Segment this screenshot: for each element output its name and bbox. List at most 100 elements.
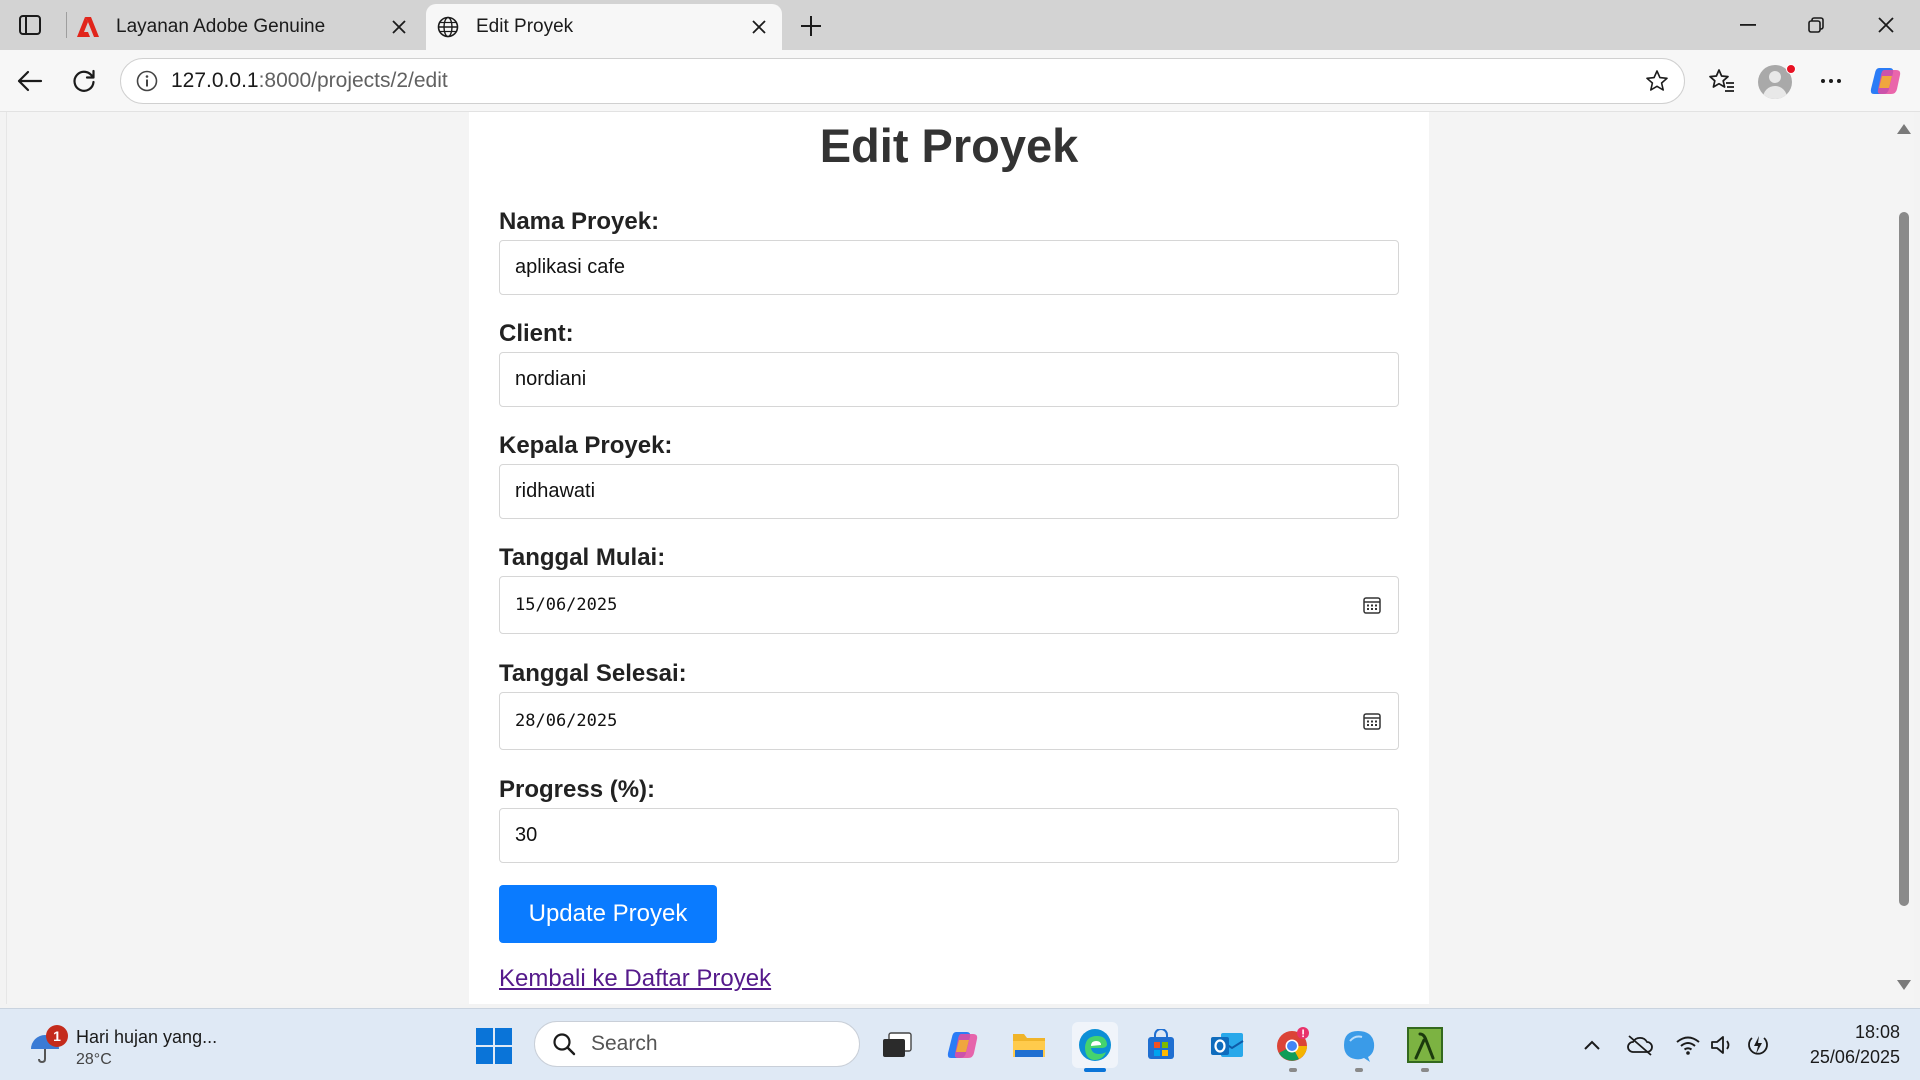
scroll-down-icon[interactable] bbox=[1897, 978, 1911, 992]
arrow-left-icon bbox=[17, 70, 43, 92]
nama-proyek-input[interactable]: aplikasi cafe bbox=[499, 240, 1399, 295]
battery-charging-icon bbox=[1748, 1036, 1768, 1055]
page-viewport: Edit Proyek Nama Proyek: aplikasi cafe C… bbox=[6, 112, 1894, 1004]
vertical-scrollbar[interactable] bbox=[1894, 112, 1914, 1004]
blue-bird-icon bbox=[1344, 1031, 1375, 1062]
taskbar-edge[interactable] bbox=[1072, 1022, 1118, 1068]
ellipsis-icon bbox=[1821, 79, 1841, 83]
close-window-button[interactable] bbox=[1866, 8, 1906, 42]
taskbar-file-explorer[interactable] bbox=[1006, 1022, 1052, 1068]
chrome-icon bbox=[1277, 1027, 1309, 1061]
battery-status[interactable] bbox=[1742, 1029, 1774, 1061]
taskbar-app-bird[interactable] bbox=[1336, 1022, 1382, 1068]
update-proyek-button[interactable]: Update Proyek bbox=[499, 885, 717, 943]
client-value: nordiani bbox=[515, 368, 587, 390]
browser-tab-bar: Layanan Adobe Genuine Edit Proyek bbox=[0, 0, 1920, 50]
windows-logo-tile bbox=[476, 1028, 493, 1045]
url-path: :8000/projects/2/edit bbox=[258, 69, 448, 92]
store-icon bbox=[1148, 1029, 1174, 1059]
favorite-star-icon[interactable] bbox=[1640, 64, 1674, 98]
edit-project-form: Nama Proyek: aplikasi cafe Client: nordi… bbox=[499, 204, 1399, 993]
minimize-button[interactable] bbox=[1728, 8, 1768, 42]
tanggal-selesai-input[interactable]: 28/06/2025 bbox=[499, 692, 1399, 750]
show-hidden-icons-button[interactable] bbox=[1576, 1029, 1608, 1061]
clock-date: 25/06/2025 bbox=[1809, 1047, 1900, 1067]
taskbar-search[interactable]: Search bbox=[534, 1021, 860, 1067]
weather-temp: 28°C bbox=[76, 1051, 112, 1068]
system-clock[interactable]: 18:08 25/06/2025 bbox=[1790, 1022, 1900, 1068]
globe-icon bbox=[436, 15, 460, 39]
lambda-icon bbox=[1407, 1027, 1443, 1063]
tab-adobe-genuine[interactable]: Layanan Adobe Genuine bbox=[72, 4, 422, 50]
calendar-icon[interactable] bbox=[1361, 594, 1383, 616]
app-running-indicator bbox=[1421, 1068, 1429, 1072]
favorites-button[interactable] bbox=[1702, 62, 1742, 100]
outlook-icon bbox=[1211, 1033, 1244, 1057]
tanggal-mulai-value: 15/06/2025 bbox=[515, 595, 618, 615]
progress-input[interactable]: 30 bbox=[499, 808, 1399, 863]
weather-widget[interactable]: 1 Hari hujan yang... 28°C bbox=[28, 1021, 248, 1069]
kepala-proyek-value: ridhawati bbox=[515, 480, 596, 502]
chevron-up-icon bbox=[1584, 1040, 1600, 1050]
windows-logo-tile bbox=[495, 1047, 512, 1064]
refresh-icon bbox=[73, 69, 95, 92]
task-view-button[interactable] bbox=[874, 1022, 920, 1068]
copilot-icon bbox=[947, 1032, 978, 1058]
address-bar[interactable]: 127.0.0.1:8000/projects/2/edit bbox=[120, 58, 1685, 104]
info-icon[interactable] bbox=[133, 67, 161, 95]
taskbar-copilot[interactable] bbox=[940, 1022, 986, 1068]
restore-button[interactable] bbox=[1796, 8, 1836, 42]
more-options-button[interactable] bbox=[1811, 62, 1851, 100]
tab-label: Layanan Adobe Genuine bbox=[116, 16, 326, 37]
tab-edit-proyek[interactable]: Edit Proyek bbox=[426, 4, 782, 50]
close-icon[interactable] bbox=[384, 12, 414, 42]
refresh-button[interactable] bbox=[64, 62, 104, 100]
copilot-button[interactable] bbox=[1866, 62, 1906, 100]
progress-value: 30 bbox=[515, 824, 538, 846]
app-running-indicator bbox=[1355, 1068, 1363, 1072]
scrollbar-thumb[interactable] bbox=[1899, 212, 1909, 906]
search-placeholder: Search bbox=[591, 1032, 658, 1055]
cloud-off-icon bbox=[1627, 1035, 1653, 1056]
folder-icon bbox=[1013, 1034, 1045, 1057]
taskbar-xampp[interactable] bbox=[1402, 1022, 1448, 1068]
minimize-icon bbox=[1740, 24, 1756, 26]
close-icon[interactable] bbox=[744, 12, 774, 42]
client-label: Client: bbox=[499, 320, 574, 347]
onedrive-status[interactable] bbox=[1624, 1029, 1656, 1061]
taskbar-store[interactable] bbox=[1138, 1022, 1184, 1068]
tanggal-mulai-input[interactable]: 15/06/2025 bbox=[499, 576, 1399, 634]
wifi-status[interactable] bbox=[1672, 1029, 1704, 1061]
tanggal-selesai-value: 28/06/2025 bbox=[515, 711, 618, 731]
start-button[interactable] bbox=[476, 1028, 512, 1064]
favorites-list-icon bbox=[1709, 69, 1734, 92]
close-icon bbox=[1878, 17, 1894, 33]
back-button[interactable] bbox=[10, 62, 50, 100]
volume-control[interactable] bbox=[1706, 1029, 1738, 1061]
nama-proyek-label: Nama Proyek: bbox=[499, 208, 660, 235]
scroll-up-icon[interactable] bbox=[1897, 122, 1911, 136]
nama-proyek-value: aplikasi cafe bbox=[515, 256, 626, 278]
windows-logo-tile bbox=[476, 1047, 493, 1064]
tab-actions-icon[interactable] bbox=[12, 10, 48, 40]
windows-logo-tile bbox=[495, 1028, 512, 1045]
url-text[interactable]: 127.0.0.1:8000/projects/2/edit bbox=[171, 69, 1640, 93]
taskbar-outlook[interactable] bbox=[1204, 1022, 1250, 1068]
taskbar-chrome[interactable] bbox=[1270, 1022, 1316, 1068]
plus-icon bbox=[801, 16, 821, 36]
calendar-icon[interactable] bbox=[1361, 710, 1383, 732]
form-card: Edit Proyek Nama Proyek: aplikasi cafe C… bbox=[469, 112, 1429, 1004]
url-host: 127.0.0.1 bbox=[171, 69, 259, 92]
back-to-list-link[interactable]: Kembali ke Daftar Proyek bbox=[499, 965, 1399, 993]
adobe-icon bbox=[76, 15, 100, 39]
copilot-icon bbox=[1870, 68, 1901, 94]
new-tab-button[interactable] bbox=[794, 9, 828, 43]
app-running-indicator bbox=[1289, 1068, 1297, 1072]
tab-label: Edit Proyek bbox=[476, 16, 574, 37]
speaker-icon bbox=[1711, 1036, 1730, 1054]
client-input[interactable]: nordiani bbox=[499, 352, 1399, 407]
notification-dot bbox=[1786, 64, 1796, 74]
kepala-proyek-input[interactable]: ridhawati bbox=[499, 464, 1399, 519]
progress-label: Progress (%): bbox=[499, 776, 656, 803]
clock-time: 18:08 bbox=[1854, 1022, 1900, 1042]
